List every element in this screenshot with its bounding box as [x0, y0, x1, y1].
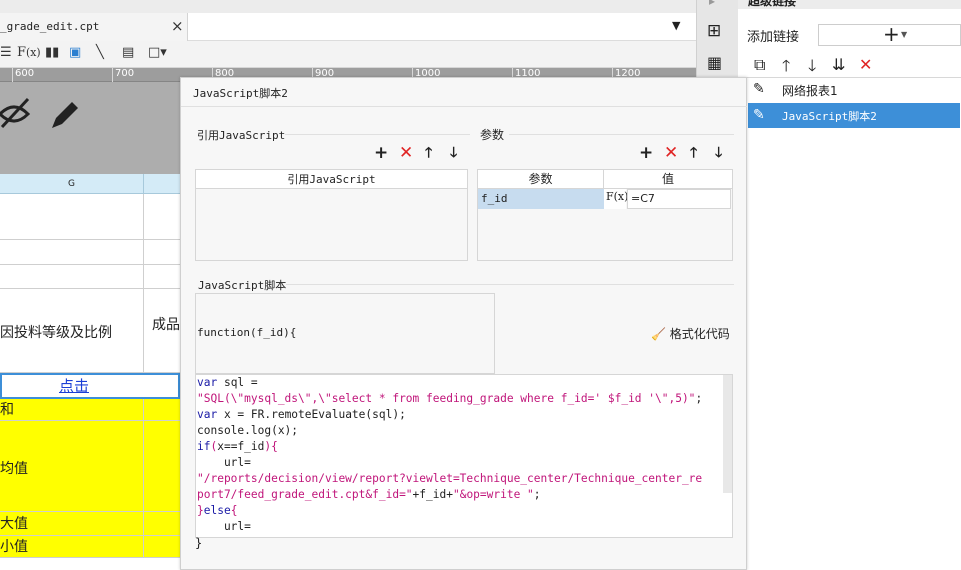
value-column-header: 值 — [604, 170, 732, 189]
function-signature: function(f_id){ — [197, 326, 297, 339]
edit-pencil-icon: ✎ — [753, 81, 765, 97]
link-item[interactable]: ✎ 网络报表1 — [738, 77, 950, 102]
format-code-label: 格式化代码 — [669, 327, 730, 341]
function-signature-box: function(f_id){ — [195, 293, 495, 374]
edit-pencil-icon: ✎ — [753, 107, 765, 123]
toolbar: ☰ F(x) ▮▮ ▣ ╲ ▤ □▾ — [0, 41, 696, 68]
grid-row-sum[interactable]: 和 — [0, 399, 180, 421]
chevron-down-icon: ▼ — [901, 30, 908, 39]
min-label: 小值 — [0, 539, 28, 555]
click-link[interactable]: 点击 — [59, 377, 89, 395]
param-section-title: 参数 — [480, 128, 505, 142]
tab-close-icon[interactable]: × — [171, 17, 184, 35]
border-icon[interactable]: □▾ — [148, 45, 167, 63]
widget-icon[interactable]: ▦ — [707, 53, 722, 72]
add-param-icon[interactable]: + — [639, 145, 653, 162]
link-item-selected[interactable]: ✎ JavaScript脚本2 — [748, 103, 960, 128]
ruler-tick: 600 — [12, 68, 34, 82]
row-label-b-cell: 成品 — [152, 317, 180, 333]
divider — [509, 134, 734, 135]
add-link-dropdown[interactable]: + ▼ — [818, 22, 961, 46]
tab-title: _grade_edit.cpt — [0, 20, 100, 33]
format-code-button[interactable]: 🧹 格式化代码 — [651, 325, 730, 342]
spreadsheet-grid: 因投料等级及比例 成品 点击 和 均值 大值 小值 — [0, 194, 180, 570]
hide-icon[interactable] — [0, 97, 40, 129]
param-name: f_id — [481, 192, 508, 205]
add-link-label: 添加链接 — [747, 30, 800, 45]
grid-row-max[interactable]: 大值 — [0, 512, 180, 536]
param-value: =C7 — [631, 192, 655, 205]
ref-section-title: 引用JavaScript — [197, 129, 286, 142]
delete-param-icon[interactable]: ✕ — [664, 145, 678, 162]
slash-icon[interactable]: ╲ — [96, 45, 104, 63]
tab-report[interactable]: _grade_edit.cpt × — [0, 13, 188, 41]
code-scrollbar[interactable] — [723, 375, 732, 493]
tab-bar: _grade_edit.cpt × ▼ — [0, 13, 696, 41]
divider — [286, 284, 734, 285]
edit-icon[interactable] — [48, 98, 82, 132]
cell-attr-icon[interactable]: ⊞ — [707, 21, 721, 41]
javascript-dialog: JavaScript脚本2 引用JavaScript + ✕ 🡑 🡓 引用Jav… — [180, 77, 747, 570]
delete-icon[interactable]: ✕ — [859, 55, 872, 74]
move-up-param-icon[interactable]: 🡑 — [690, 145, 697, 162]
add-icon: + — [883, 22, 900, 46]
move-down-ref-icon[interactable]: 🡓 — [450, 145, 457, 162]
column-header: G — [0, 174, 180, 194]
panel-title: 超级链接 — [748, 0, 797, 8]
formula-button[interactable]: F(x) — [604, 189, 629, 209]
grid-row[interactable] — [0, 194, 180, 240]
move-up-ref-icon[interactable]: 🡑 — [425, 145, 432, 162]
form-icon[interactable]: ▤ — [122, 45, 134, 63]
grid-row-min[interactable]: 小值 — [0, 536, 180, 558]
link-item-label: 网络报表1 — [782, 84, 838, 98]
move-down-param-icon[interactable]: 🡓 — [715, 145, 722, 162]
image-icon[interactable]: ▣ — [69, 45, 81, 63]
param-column-header: 参数 — [478, 170, 604, 189]
formula-icon: F(x) — [606, 190, 629, 203]
copy-icon[interactable]: ⧉ — [754, 55, 765, 75]
preview-area — [0, 82, 180, 174]
add-ref-icon[interactable]: + — [374, 145, 388, 162]
script-section-title: JavaScript脚本 — [198, 279, 287, 292]
link-toolbar: ⧉ 🡑 🡓 ⇊ ✕ — [738, 52, 961, 78]
link-item-label: JavaScript脚本2 — [782, 110, 877, 123]
max-label: 大值 — [0, 516, 28, 532]
grid-row-avg[interactable]: 均值 — [0, 421, 180, 512]
param-name-cell[interactable]: f_id — [478, 189, 604, 209]
code-editor[interactable]: var sql = "SQL(\"mysql_ds\",\"select * f… — [195, 374, 733, 538]
param-table: 参数 值 f_id F(x) =C7 — [477, 169, 733, 261]
row-label-cell: 因投料等级及比例 — [0, 325, 112, 341]
divider — [181, 106, 747, 107]
list-icon[interactable]: ☰ — [0, 45, 12, 63]
hyperlink-panel: 添加链接 + ▼ ⧉ 🡑 🡓 ⇊ ✕ ✎ 网络报表1 ✎ JavaScript脚… — [738, 9, 961, 570]
ruler-tick: 700 — [112, 68, 134, 82]
divider — [285, 134, 470, 135]
formula-icon[interactable]: F(x) — [17, 45, 41, 63]
grid-row[interactable] — [0, 265, 180, 289]
param-value-input[interactable]: =C7 — [627, 189, 731, 209]
ref-column-header: 引用JavaScript — [196, 170, 467, 189]
grid-row[interactable] — [0, 240, 180, 265]
column-g-header[interactable]: G — [0, 174, 144, 194]
dialog-title: JavaScript脚本2 — [193, 87, 288, 100]
sort-icon[interactable]: ⇊ — [832, 55, 845, 74]
grid-row[interactable]: 因投料等级及比例 成品 — [0, 289, 180, 373]
grid-row-selected[interactable]: 点击 — [0, 373, 180, 399]
ref-table[interactable]: 引用JavaScript — [195, 169, 468, 261]
tab-menu-icon[interactable]: ▼ — [672, 19, 680, 32]
bar-chart-icon[interactable]: ▮▮ — [45, 45, 59, 63]
avg-label: 均值 — [0, 461, 28, 477]
closing-brace: } — [195, 536, 203, 550]
arrow-right-icon[interactable]: ▸ — [709, 0, 715, 8]
sum-label: 和 — [0, 402, 14, 418]
broom-icon: 🧹 — [651, 327, 666, 341]
right-panel-header: 超级链接 — [738, 0, 961, 9]
delete-ref-icon[interactable]: ✕ — [399, 145, 413, 162]
